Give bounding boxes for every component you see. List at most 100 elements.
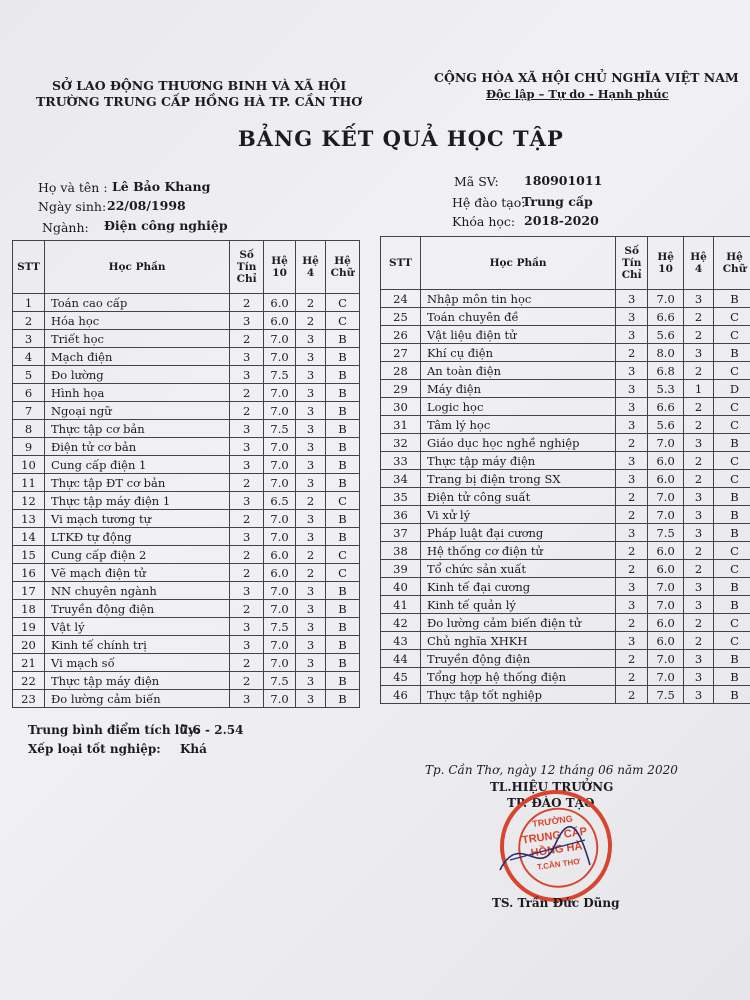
cell-stt: 6 — [12, 383, 45, 402]
student-name: Lê Bảo Khang — [112, 179, 211, 194]
cell-grade10: 6.8 — [647, 361, 685, 380]
cell-credits: 2 — [615, 433, 649, 452]
cell-letter: B — [324, 401, 361, 420]
cell-letter: B — [324, 509, 361, 528]
cell-grade10: 7.0 — [263, 473, 297, 492]
cell-subject: Truyền động điện — [419, 649, 617, 668]
cell-grade4: 2 — [295, 293, 326, 312]
header-stt: STT — [12, 240, 45, 294]
cell-stt: 20 — [12, 635, 45, 654]
cell-subject: Toán chuyên đề — [419, 307, 617, 326]
cell-grade10: 7.0 — [647, 289, 685, 308]
cell-grade4: 3 — [295, 347, 326, 366]
name-label: Họ và tên : — [38, 180, 108, 195]
cell-grade10: 7.5 — [263, 419, 297, 438]
cell-grade10: 7.0 — [647, 667, 685, 686]
cell-grade10: 7.0 — [263, 509, 297, 528]
cell-stt: 46 — [380, 685, 421, 704]
cell-grade4: 2 — [683, 307, 715, 326]
table-row: 3 Triết học 2 7.0 3 B — [12, 329, 361, 348]
cell-grade10: 7.0 — [263, 347, 297, 366]
cell-letter: B — [324, 599, 361, 618]
cell-grade4: 3 — [295, 365, 326, 384]
cell-credits: 3 — [615, 631, 649, 650]
table-row: 28 An toàn điện 3 6.8 2 C — [380, 361, 750, 380]
cell-credits: 2 — [229, 383, 265, 402]
cell-stt: 17 — [12, 581, 45, 600]
cell-subject: Đo lường — [43, 365, 231, 384]
cell-subject: Khí cụ điện — [419, 343, 617, 362]
table-row: 4 Mạch điện 3 7.0 3 B — [12, 347, 361, 366]
cell-subject: Vật liệu điện tử — [419, 325, 617, 344]
cell-subject: Cung cấp điện 1 — [43, 455, 231, 474]
cell-letter: B — [324, 689, 361, 708]
cell-grade10: 7.0 — [263, 329, 297, 348]
cell-letter: B — [713, 505, 750, 524]
cell-subject: Vẽ mạch điện tử — [43, 563, 231, 582]
table-row: 1 Toán cao cấp 2 6.0 2 C — [12, 293, 361, 312]
cell-stt: 27 — [380, 343, 421, 362]
cell-letter: C — [713, 361, 750, 380]
table-row: 9 Điện tử cơ bản 3 7.0 3 B — [12, 437, 361, 456]
cell-stt: 12 — [12, 491, 45, 510]
cell-stt: 24 — [380, 289, 421, 308]
cell-stt: 33 — [380, 451, 421, 470]
table-row: 6 Hình họa 2 7.0 3 B — [12, 383, 361, 402]
motto: Độc lập – Tự do - Hạnh phúc — [486, 87, 669, 101]
student-id: 180901011 — [524, 173, 603, 188]
cell-grade4: 3 — [683, 577, 715, 596]
rank-value: Khá — [180, 742, 207, 756]
cell-letter: B — [324, 617, 361, 636]
cell-subject: Thực tập máy điện — [43, 671, 231, 690]
table-row: 5 Đo lường 3 7.5 3 B — [12, 365, 361, 384]
cell-grade4: 3 — [295, 455, 326, 474]
header-credits: Số Tín Chỉ — [615, 236, 649, 290]
cell-letter: B — [324, 455, 361, 474]
cell-credits: 3 — [229, 581, 265, 600]
table-row: 44 Truyền động điện 2 7.0 3 B — [380, 649, 750, 668]
cell-credits: 3 — [615, 577, 649, 596]
cell-letter: C — [713, 415, 750, 434]
cell-credits: 3 — [615, 469, 649, 488]
cell-stt: 26 — [380, 325, 421, 344]
cell-credits: 2 — [615, 559, 649, 578]
cell-grade10: 7.0 — [263, 635, 297, 654]
cell-stt: 15 — [12, 545, 45, 564]
cell-credits: 2 — [229, 671, 265, 690]
table-row: 35 Điện tử công suất 2 7.0 3 B — [380, 487, 750, 506]
handwritten-signature — [499, 826, 591, 871]
student-course: 2018-2020 — [524, 213, 599, 228]
cell-grade4: 3 — [683, 685, 715, 704]
cell-credits: 3 — [229, 419, 265, 438]
header-subject: Học Phần — [419, 236, 617, 290]
cell-letter: B — [713, 667, 750, 686]
cell-stt: 18 — [12, 599, 45, 618]
cell-grade4: 2 — [295, 311, 326, 330]
table-row: 20 Kinh tế chính trị 3 7.0 3 B — [12, 635, 361, 654]
cell-stt: 10 — [12, 455, 45, 474]
cell-grade10: 7.0 — [263, 437, 297, 456]
cell-credits: 2 — [229, 401, 265, 420]
cell-subject: An toàn điện — [419, 361, 617, 380]
header-letter: Hệ Chữ — [713, 236, 750, 290]
cell-credits: 2 — [615, 541, 649, 560]
cell-stt: 32 — [380, 433, 421, 452]
cell-letter: C — [713, 451, 750, 470]
cell-grade4: 3 — [295, 383, 326, 402]
cell-credits: 3 — [615, 415, 649, 434]
program-label: Hệ đào tạo: — [452, 195, 526, 210]
cell-letter: B — [713, 649, 750, 668]
cell-stt: 11 — [12, 473, 45, 492]
cell-grade4: 3 — [683, 289, 715, 308]
cell-grade4: 3 — [295, 581, 326, 600]
cell-stt: 23 — [12, 689, 45, 708]
table-row: 15 Cung cấp điện 2 2 6.0 2 C — [12, 545, 361, 564]
cell-stt: 30 — [380, 397, 421, 416]
cell-grade4: 3 — [295, 599, 326, 618]
cell-stt: 44 — [380, 649, 421, 668]
cell-letter: C — [713, 541, 750, 560]
cell-grade10: 7.0 — [263, 689, 297, 708]
cell-stt: 34 — [380, 469, 421, 488]
cell-letter: B — [324, 437, 361, 456]
table-row: 7 Ngoại ngữ 2 7.0 3 B — [12, 401, 361, 420]
